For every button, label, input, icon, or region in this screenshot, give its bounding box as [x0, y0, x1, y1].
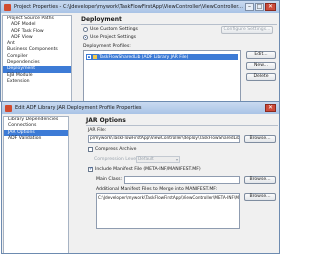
compress-archive-label: Compress Archive — [95, 147, 137, 152]
deployment-heading-divider — [81, 24, 277, 25]
dialog-close-button[interactable]: ✕ — [265, 104, 276, 112]
compression-level-label: Compression Level: — [94, 157, 139, 162]
project-properties-title: Project Properties - C:\Jdeveloper\mywor… — [14, 4, 243, 10]
delete-profile-button[interactable]: Delete — [246, 73, 276, 81]
main-class-input[interactable] — [124, 176, 240, 184]
manifest-browse-button[interactable]: Browse... — [244, 193, 276, 201]
edit-profile-title: Edit ADF Library JAR Deployment Profile … — [15, 105, 142, 111]
deployment-profiles-list[interactable]: − TaskFlowSharedLib (ADF Library JAR Fil… — [83, 50, 241, 101]
tree-item-adf-validation[interactable]: ADF Validation — [4, 136, 68, 142]
profile-list-item[interactable]: − TaskFlowSharedLib (ADF Library JAR Fil… — [86, 54, 238, 60]
include-manifest-label: Include Manifest File (META-INF/MANIFEST… — [95, 167, 201, 172]
use-project-settings-label: Use Project Settings — [90, 35, 137, 40]
edit-profile-titlebar[interactable]: Edit ADF Library JAR Deployment Profile … — [2, 102, 279, 114]
use-project-settings-radio[interactable]: Use Project Settings — [83, 35, 136, 40]
radio-button-selected-icon — [83, 35, 88, 40]
checkbox-checked-icon: ✓ — [88, 166, 94, 172]
compression-level-select[interactable]: Default ▾ — [136, 156, 180, 163]
profile-list-item-label: TaskFlowSharedLib (ADF Library JAR File) — [99, 54, 189, 60]
manifest-entry[interactable]: C:\Jdeveloper\mywork\TaskFlowFirstApp\Vi… — [98, 195, 239, 200]
additional-manifest-list[interactable]: C:\Jdeveloper\mywork\TaskFlowFirstApp\Vi… — [96, 193, 240, 229]
project-properties-window: Project Properties - C:\Jdeveloper\mywor… — [0, 0, 280, 102]
jdeveloper-app-icon — [5, 104, 12, 112]
project-properties-titlebar[interactable]: Project Properties - C:\Jdeveloper\mywor… — [1, 1, 279, 13]
jar-file-label: JAR File: — [88, 128, 107, 133]
new-profile-button[interactable]: New... — [246, 62, 276, 70]
edit-profile-button[interactable]: Edit... — [246, 51, 276, 59]
tree-item-extension[interactable]: Extension — [3, 79, 71, 85]
jar-options-heading-divider — [86, 125, 278, 126]
jar-file-input[interactable]: p\mywork\TaskFlowFirstApp\ViewController… — [88, 135, 240, 143]
chevron-down-icon: ▾ — [175, 157, 178, 162]
jdeveloper-app-icon — [4, 3, 11, 11]
profile-nav-tree: Library Dependencies Connections JAR Opt… — [3, 116, 69, 253]
additional-manifest-label: Additional Manifest Files to Merge into … — [96, 187, 218, 192]
use-custom-settings-label: Use Custom Settings — [90, 27, 138, 32]
compression-level-value: Default — [138, 157, 154, 162]
jar-file-browse-button[interactable]: Browse... — [244, 135, 276, 143]
edit-deployment-profile-dialog: Edit ADF Library JAR Deployment Profile … — [1, 101, 280, 254]
main-class-label: Main Class: — [96, 177, 123, 182]
jar-options-heading: JAR Options — [86, 117, 126, 124]
jar-profile-icon — [93, 55, 97, 59]
deployment-profiles-label: Deployment Profiles: — [83, 44, 131, 49]
main-class-browse-button[interactable]: Browse... — [244, 176, 276, 184]
radio-button-icon — [83, 27, 88, 32]
close-button[interactable]: ✕ — [265, 3, 276, 11]
project-properties-nav-tree: Project Source Paths ADF Model ADF Task … — [2, 15, 72, 101]
use-custom-settings-radio[interactable]: Use Custom Settings — [83, 27, 138, 32]
deployment-heading: Deployment — [81, 16, 122, 23]
expand-icon[interactable]: − — [87, 55, 91, 59]
configure-settings-button[interactable]: Configure Settings... — [221, 26, 273, 34]
maximize-button[interactable]: □ — [255, 3, 264, 11]
checkbox-unchecked-icon — [88, 147, 93, 152]
compress-archive-checkbox[interactable]: Compress Archive — [88, 147, 136, 152]
minimize-button[interactable]: – — [245, 3, 254, 11]
include-manifest-checkbox[interactable]: ✓ Include Manifest File (META-INF/MANIFE… — [88, 167, 201, 172]
